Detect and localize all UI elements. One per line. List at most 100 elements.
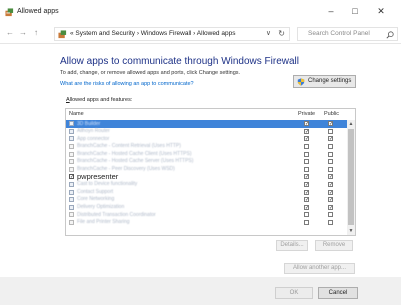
ok-button[interactable]: OK xyxy=(275,287,313,299)
list-item[interactable]: 3D Builder ✓ ✓ xyxy=(66,120,348,128)
list-rows: 3D Builder ✓ ✓ Allhoyn Router ✓ App connector… xyxy=(66,120,348,226)
enable-checkbox[interactable] xyxy=(69,144,74,150)
public-checkbox[interactable]: ✓ xyxy=(328,189,333,195)
risks-link[interactable]: What are the risks of allowing an app to… xyxy=(60,81,194,87)
enable-checkbox[interactable] xyxy=(69,182,74,188)
enable-checkbox[interactable] xyxy=(69,136,74,142)
back-arrow-icon[interactable]: ← xyxy=(4,27,16,39)
private-checkbox[interactable]: ✓ xyxy=(304,136,309,142)
private-checkbox[interactable]: ✓ xyxy=(304,128,309,134)
list-item[interactable]: File and Printer Sharing xyxy=(66,219,348,227)
scrollbar-thumb[interactable] xyxy=(348,129,354,225)
maximize-button[interactable]: □ xyxy=(344,4,366,18)
list-item[interactable]: BranchCache - Content Retrieval (Uses HT… xyxy=(66,143,348,151)
enable-checkbox[interactable] xyxy=(69,151,74,157)
allow-another-app-button[interactable]: Allow another app... xyxy=(284,263,355,274)
scroll-up-icon[interactable]: ▲ xyxy=(347,120,355,128)
private-checkbox[interactable]: ✓ xyxy=(304,121,309,127)
private-checkbox[interactable] xyxy=(304,166,309,172)
column-header-private[interactable]: Private xyxy=(298,111,315,117)
list-item[interactable]: Contact Support ✓ ✓ xyxy=(66,188,348,196)
list-item[interactable]: Core Networking ✓ ✓ xyxy=(66,196,348,204)
private-checkbox[interactable] xyxy=(304,151,309,157)
enable-checkbox[interactable] xyxy=(69,212,74,218)
private-checkbox[interactable]: ✓ xyxy=(304,174,309,180)
search-input[interactable]: Search Control Panel xyxy=(297,27,398,41)
enable-checkbox[interactable] xyxy=(69,197,74,203)
enable-checkbox[interactable] xyxy=(69,189,74,195)
private-checkbox[interactable]: ✓ xyxy=(304,189,309,195)
public-checkbox[interactable]: ✓ xyxy=(328,174,333,180)
public-checkbox[interactable]: ✓ xyxy=(328,182,333,188)
list-item[interactable]: Cast to Device functionality ✓ ✓ xyxy=(66,181,348,189)
group-label-text: llowed apps and features: xyxy=(69,97,133,103)
scroll-down-icon[interactable]: ▼ xyxy=(347,227,355,235)
list-item[interactable]: Distributed Transaction Coordinator xyxy=(66,211,348,219)
list-item[interactable]: BranchCache - Hosted Cache Client (Uses … xyxy=(66,150,348,158)
main-content: Allow apps to communicate through Window… xyxy=(0,45,401,305)
list-item[interactable]: Allhoyn Router ✓ xyxy=(66,128,348,136)
public-checkbox[interactable] xyxy=(328,212,333,218)
app-name-label: App connector xyxy=(77,135,110,142)
app-name-label: Allhoyn Router xyxy=(77,128,110,135)
public-checkbox[interactable]: ✓ xyxy=(328,204,333,210)
refresh-icon[interactable]: ↻ xyxy=(278,29,285,38)
public-checkbox[interactable]: ✓ xyxy=(328,197,333,203)
list-item[interactable]: App connector ✓ ✓ xyxy=(66,135,348,143)
public-checkbox[interactable] xyxy=(328,144,333,150)
list-scrollbar[interactable]: ▲ ▼ xyxy=(347,120,355,235)
app-name-label: Delivery Optimization xyxy=(77,204,125,211)
app-name-label: 3D Builder xyxy=(77,120,101,127)
breadcrumb-path[interactable]: « System and Security › Windows Firewall… xyxy=(70,30,235,37)
public-checkbox[interactable] xyxy=(328,166,333,172)
list-item[interactable]: ✓ pwpresenter ✓ ✓ xyxy=(66,172,348,181)
private-checkbox[interactable] xyxy=(304,220,309,226)
private-checkbox[interactable]: ✓ xyxy=(304,182,309,188)
column-header-public[interactable]: Public xyxy=(324,111,339,117)
enable-checkbox[interactable] xyxy=(69,204,74,210)
forward-arrow-icon[interactable]: → xyxy=(17,27,29,39)
private-checkbox[interactable] xyxy=(304,212,309,218)
list-header: Name Private Public xyxy=(66,109,355,120)
public-checkbox[interactable] xyxy=(328,128,333,134)
public-checkbox[interactable] xyxy=(328,220,333,226)
enable-checkbox[interactable] xyxy=(69,121,74,127)
search-placeholder: Search Control Panel xyxy=(308,30,370,37)
cancel-button[interactable]: Cancel xyxy=(318,287,358,299)
minimize-button[interactable]: – xyxy=(320,4,342,18)
change-settings-button[interactable]: Change settings xyxy=(293,75,356,88)
public-checkbox[interactable] xyxy=(328,151,333,157)
page-title: Allow apps to communicate through Window… xyxy=(60,56,299,67)
enable-checkbox[interactable] xyxy=(69,166,74,172)
enable-checkbox[interactable] xyxy=(69,220,74,226)
enable-checkbox[interactable]: ✓ xyxy=(69,174,74,180)
chevron-down-icon[interactable]: ∨ xyxy=(266,29,271,37)
title-bar: Allowed apps – □ ✕ xyxy=(0,0,401,24)
column-header-name[interactable]: Name xyxy=(69,111,84,117)
allowed-apps-label: Allowed apps and features: xyxy=(66,97,132,103)
app-name-label: BranchCache - Content Retrieval (Uses HT… xyxy=(77,143,181,150)
app-name-label: Contact Support xyxy=(77,188,114,195)
enable-checkbox[interactable] xyxy=(69,128,74,134)
list-item[interactable]: BranchCache - Hosted Cache Server (Uses … xyxy=(66,158,348,166)
app-name-label: BranchCache - Hosted Cache Client (Uses … xyxy=(77,150,192,157)
app-name-label: BranchCache - Peer Discovery (Uses WSD) xyxy=(77,166,175,173)
private-checkbox[interactable]: ✓ xyxy=(304,204,309,210)
remove-button[interactable]: Remove xyxy=(315,240,353,251)
details-button[interactable]: Details... xyxy=(276,240,308,251)
public-checkbox[interactable]: ✓ xyxy=(328,121,333,127)
breadcrumb[interactable]: « System and Security › Windows Firewall… xyxy=(54,27,290,41)
up-arrow-icon[interactable]: ↑ xyxy=(30,27,42,39)
list-item[interactable]: Delivery Optimization ✓ ✓ xyxy=(66,204,348,212)
search-icon[interactable] xyxy=(386,31,394,39)
private-checkbox[interactable] xyxy=(304,144,309,150)
control-panel-icon xyxy=(58,30,67,39)
close-button[interactable]: ✕ xyxy=(370,4,392,18)
private-checkbox[interactable] xyxy=(304,159,309,165)
public-checkbox[interactable]: ✓ xyxy=(328,136,333,142)
public-checkbox[interactable] xyxy=(328,159,333,165)
allowed-apps-list[interactable]: Name Private Public 3D Builder ✓ ✓ Allhoyn … xyxy=(65,108,356,236)
enable-checkbox[interactable] xyxy=(69,159,74,165)
private-checkbox[interactable]: ✓ xyxy=(304,197,309,203)
admin-shield-icon xyxy=(297,78,305,86)
